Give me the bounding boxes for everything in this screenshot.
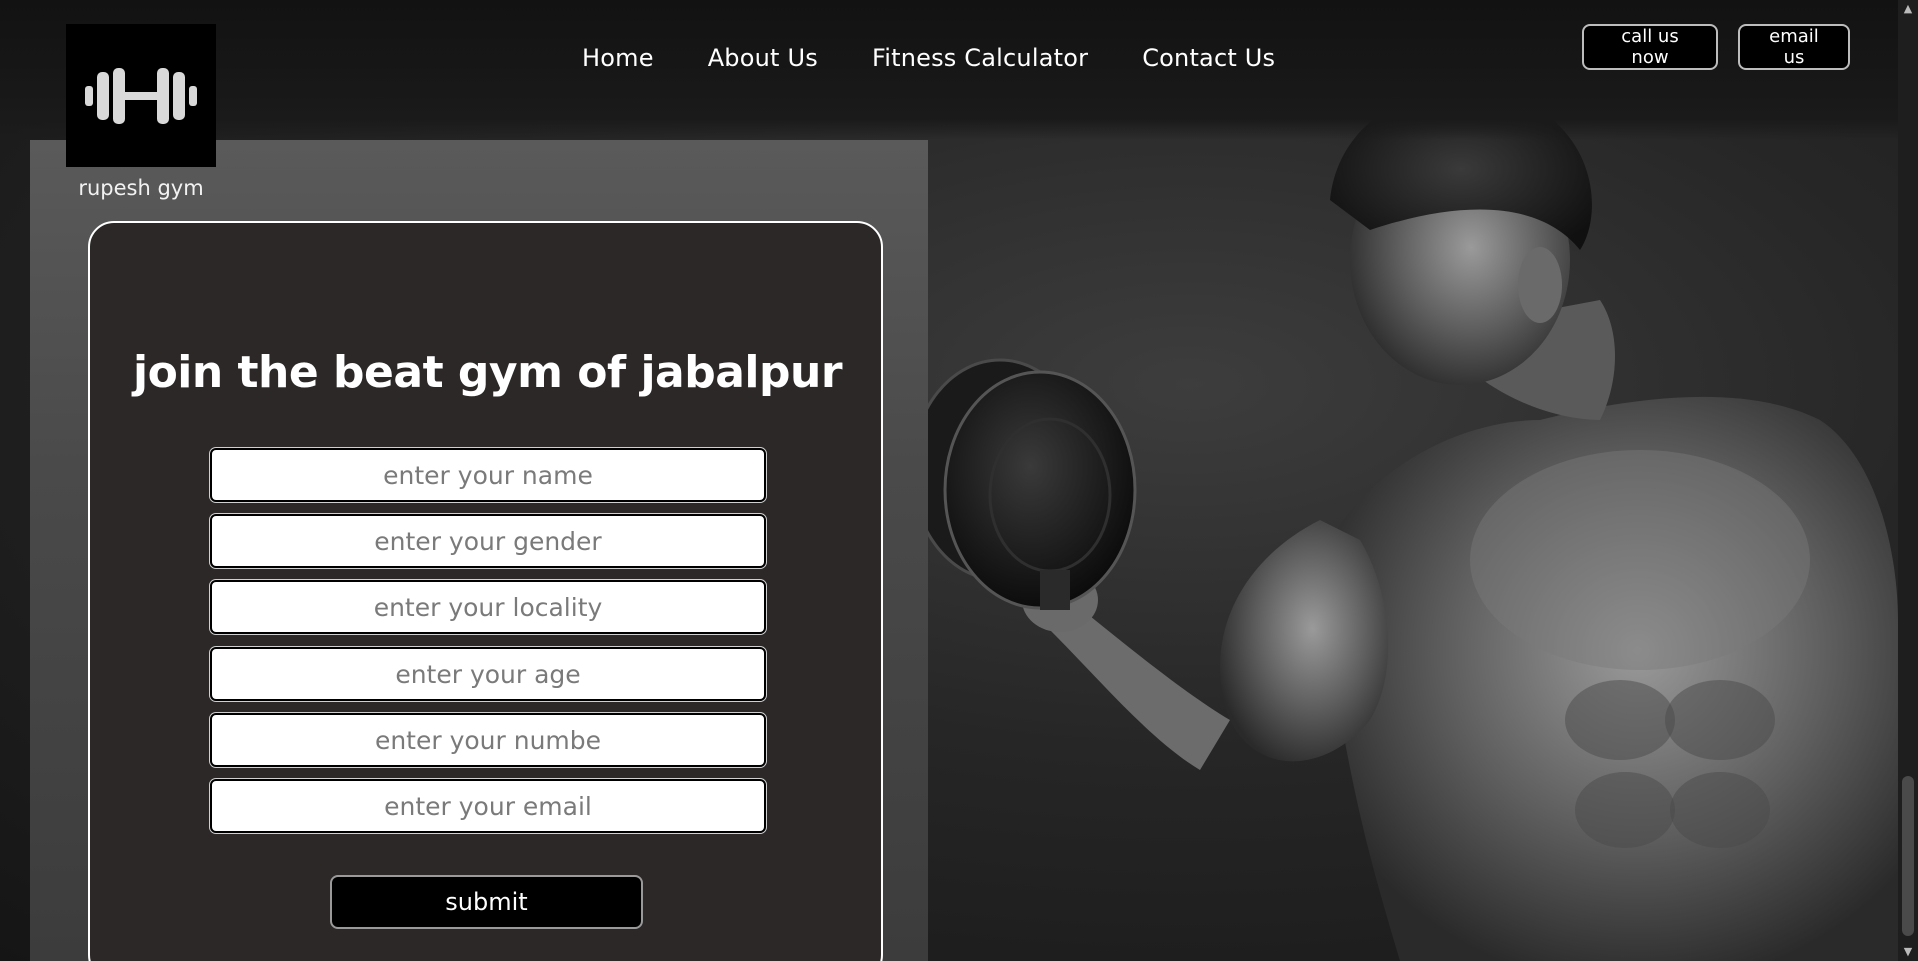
page-scrollbar[interactable]: ▲ ▼ [1898, 0, 1918, 961]
nav-contact-us[interactable]: Contact Us [1142, 44, 1275, 72]
scrollbar-thumb[interactable] [1902, 776, 1914, 936]
brand-logo[interactable] [66, 24, 216, 167]
brand-name: rupesh gym [78, 176, 204, 200]
scroll-up-icon[interactable]: ▲ [1898, 0, 1918, 18]
email-field[interactable] [210, 779, 766, 833]
form-title: join the beat gym of jabalpur [132, 347, 843, 398]
submit-button[interactable]: submit [330, 875, 643, 929]
email-us-button[interactable]: email us [1738, 24, 1850, 70]
dumbbell-icon [85, 67, 197, 124]
gender-field[interactable] [210, 514, 766, 568]
age-field[interactable] [210, 647, 766, 701]
main-nav: Home About Us Fitness Calculator Contact… [582, 44, 1275, 72]
nav-home[interactable]: Home [582, 44, 654, 72]
join-form-card: join the beat gym of jabalpur submit [88, 221, 883, 961]
locality-field[interactable] [210, 580, 766, 634]
name-field[interactable] [210, 448, 766, 502]
hero-athlete-image [900, 0, 1898, 961]
nav-fitness-calculator[interactable]: Fitness Calculator [872, 44, 1088, 72]
number-field[interactable] [210, 713, 766, 767]
scroll-down-icon[interactable]: ▼ [1898, 943, 1918, 961]
call-us-button[interactable]: call us now [1582, 24, 1718, 70]
page: rupesh gym Home About Us Fitness Calcula… [0, 0, 1918, 961]
nav-about-us[interactable]: About Us [708, 44, 818, 72]
